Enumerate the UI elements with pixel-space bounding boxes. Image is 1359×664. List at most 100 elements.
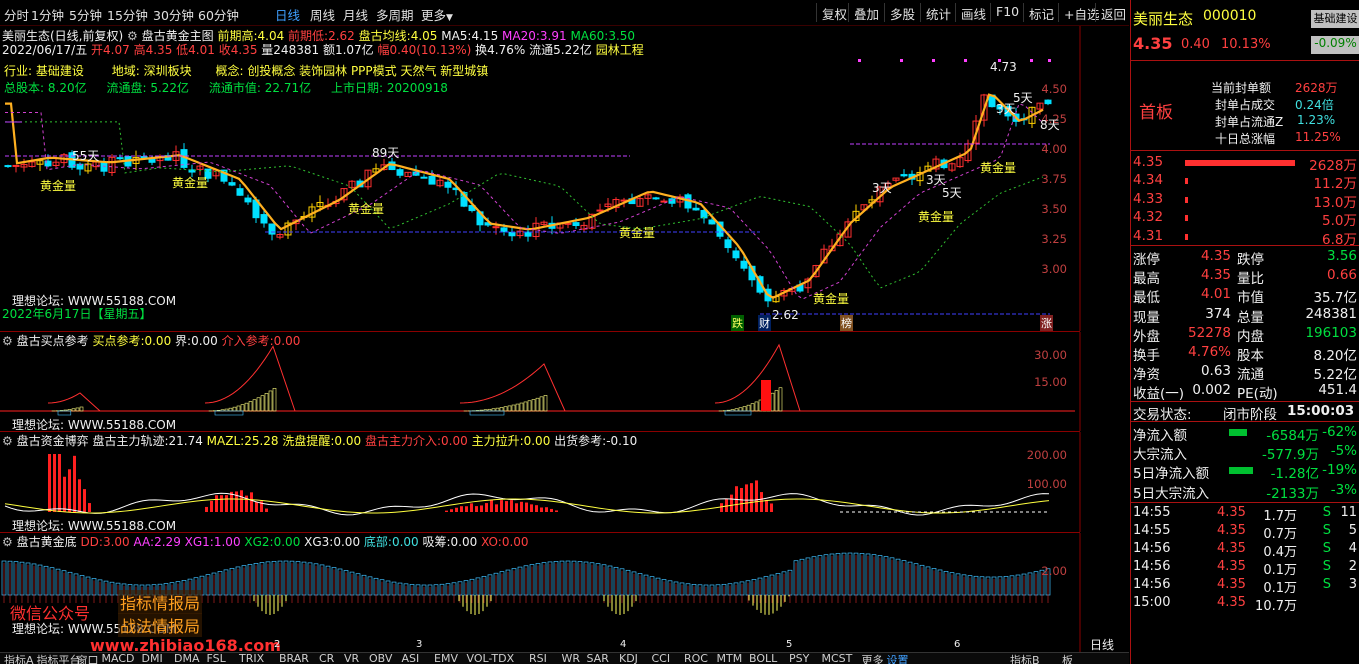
draw-line-button[interactable]: 画线: [955, 3, 991, 22]
indicator-tab[interactable]: 更多: [862, 653, 884, 664]
period-tab-monthly[interactable]: 月线: [343, 5, 368, 24]
period-tab-30min[interactable]: 30分钟: [153, 5, 194, 24]
stat-label: 内盘: [1237, 328, 1264, 345]
indicator-tab[interactable]: FSL: [207, 653, 226, 664]
indicator-tab[interactable]: ROC: [684, 653, 708, 664]
indicator-tab[interactable]: WR: [562, 653, 581, 664]
buy-bar: [79, 406, 84, 412]
buy-bar: [746, 404, 751, 412]
indicator-tab[interactable]: 窗口: [77, 653, 99, 664]
gold-bottom-pane[interactable]: ⚙ 盘古黄金底 DD:3.00 AA:2.29 XG1:1.00 XG2:0.0…: [0, 533, 1129, 655]
order-book-row[interactable]: 4.31 6.8万: [1133, 228, 1357, 248]
buy-bar: [507, 405, 512, 412]
settings-icon[interactable]: ⚙: [2, 334, 13, 348]
capital-bar: [78, 479, 81, 512]
capital-game-pane[interactable]: ⚙ 盘古资金博弈 盘古主力轨迹:21.74 MAZL:25.28 洗盘提醒:0.…: [0, 432, 1129, 533]
period-tab-15min[interactable]: 15分钟: [107, 5, 148, 24]
indicator-tab[interactable]: RSI: [529, 653, 547, 664]
indicator-tab[interactable]: 设置: [887, 653, 909, 664]
avg-line: [5, 93, 1044, 300]
buy-bar: [754, 401, 759, 412]
overlay-button[interactable]: 叠加: [848, 3, 884, 22]
buy-bar: [750, 403, 755, 412]
indicator-tab[interactable]: BOLL: [749, 653, 777, 664]
indicator-tab[interactable]: BRAR: [279, 653, 309, 664]
indicator-tab[interactable]: MTM: [717, 653, 743, 664]
day-count-mark: 89天: [372, 146, 400, 160]
flow-pct: -19%: [1322, 462, 1357, 479]
capital-bar: [745, 484, 748, 512]
settings-icon[interactable]: ⚙: [2, 535, 13, 549]
indicator-tab[interactable]: PSY: [789, 653, 809, 664]
indicator-tab-right[interactable]: 板: [1062, 653, 1073, 664]
settings-icon[interactable]: ⚙: [2, 434, 13, 448]
order-book-row[interactable]: 4.32 5.0万: [1133, 209, 1357, 229]
statistics-button[interactable]: 统计: [920, 3, 956, 22]
stat-value: 0.002: [1192, 382, 1231, 399]
seal-amount-label: 当前封单额: [1211, 81, 1272, 95]
indicator-tab[interactable]: EMV: [434, 653, 458, 664]
adjust-button[interactable]: 复权: [816, 3, 852, 22]
back-button[interactable]: 返回: [1095, 3, 1131, 22]
indicator-tab[interactable]: SAR: [587, 653, 609, 664]
pane3-title[interactable]: 盘古黄金底: [17, 535, 77, 549]
indicator-tab[interactable]: DMA: [174, 653, 200, 664]
period-tab-5min[interactable]: 5分钟: [69, 5, 102, 24]
indicator-tab[interactable]: 指标A: [4, 653, 34, 664]
capital-bar: [58, 454, 61, 512]
buy-bar: [531, 399, 536, 412]
order-book-row[interactable]: 4.34 11.2万: [1133, 172, 1357, 192]
indicator-tab[interactable]: MACD: [102, 653, 135, 664]
indicator-tab[interactable]: KDJ: [619, 653, 638, 664]
buy-curve: [714, 343, 801, 412]
multi-stock-button[interactable]: 多股: [884, 3, 920, 22]
buy-ref-value: 0.00: [144, 334, 172, 348]
mark-button[interactable]: 标记: [1023, 3, 1059, 22]
indicator-tab[interactable]: MCST: [822, 653, 853, 664]
indicator-tab[interactable]: TRIX: [239, 653, 264, 664]
stat-value: 4.35: [1200, 267, 1231, 284]
indicator-tab[interactable]: VOL-TDX: [467, 653, 515, 664]
indicator-tab[interactable]: OBV: [369, 653, 392, 664]
indicator-tab[interactable]: VR: [344, 653, 359, 664]
main-kline-chart[interactable]: 美丽生态(日线,前复权) ⚙ 盘古黄金主图 前期高:4.04 前期低:2.62 …: [0, 26, 1129, 331]
pane2-title[interactable]: 盘古资金博弈: [17, 434, 89, 448]
indicator-tab[interactable]: DMI: [142, 653, 163, 664]
indicator-tab[interactable]: CR: [319, 653, 334, 664]
capital-bar: [495, 504, 498, 512]
concept-value: 创投概念 装饰园林 PPP模式 天然气 新型城镇: [247, 64, 489, 78]
period-tab-fenshi[interactable]: 分时: [4, 5, 29, 24]
order-book-row[interactable]: 4.33 13.0万: [1133, 191, 1357, 211]
period-tab-daily[interactable]: 日线: [275, 5, 300, 24]
month-mark: 6: [954, 639, 961, 650]
buy-bar: [252, 399, 257, 412]
tick-time: 14:56: [1133, 577, 1171, 592]
tick-row: 14:56 4.35 0.1万 S 3: [1133, 577, 1357, 596]
period-tab-multi[interactable]: 多周期: [376, 5, 414, 24]
tick-volume: 10.7万: [1255, 599, 1297, 614]
stat-value: 451.4: [1318, 382, 1357, 399]
period-tab-more[interactable]: 更多▼: [421, 5, 453, 24]
bar-low: 低4.01: [176, 43, 215, 57]
sector-badge[interactable]: 基础建设: [1311, 10, 1359, 28]
mazl-value: 25.28: [244, 434, 279, 448]
quote-stat-row: 外盘 52278 内盘 196103: [1133, 325, 1357, 345]
indicator-tab[interactable]: 指标平台: [37, 653, 81, 664]
tick-time: 14:55: [1133, 523, 1171, 538]
indicator-tab[interactable]: ASI: [402, 653, 420, 664]
indicator-tab[interactable]: CCI: [652, 653, 671, 664]
signal-dot: [964, 59, 967, 62]
buy-bar: [240, 404, 245, 412]
pane1-title[interactable]: 盘古买点参考: [17, 334, 89, 348]
period-tab-weekly[interactable]: 周线: [310, 5, 335, 24]
pane2-tick: 100.00: [1026, 477, 1067, 491]
buy-point-pane[interactable]: ⚙ 盘古买点参考 买点参考:0.00 界:0.00 介入参考:0.00 30.0…: [0, 332, 1129, 432]
f10-button[interactable]: F10: [990, 3, 1024, 22]
buy-bar: [774, 390, 779, 412]
period-tab-60min[interactable]: 60分钟: [198, 5, 239, 24]
period-tab-1min[interactable]: 1分钟: [31, 5, 64, 24]
indicator-tab-right[interactable]: 指标B: [1010, 653, 1040, 664]
order-book-row[interactable]: 4.35 2628万: [1133, 154, 1357, 174]
price-tick: 4.00: [1041, 142, 1067, 156]
order-volume-bar: [1185, 233, 1188, 240]
